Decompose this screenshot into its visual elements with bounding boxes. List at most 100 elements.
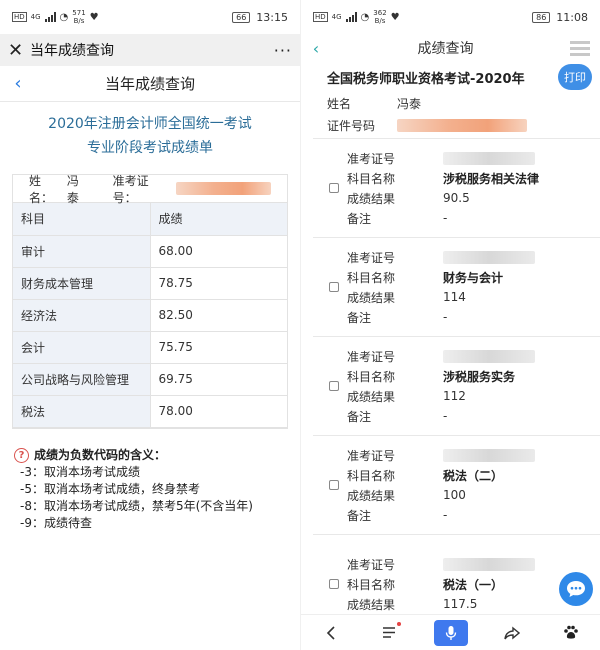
score-cell: 78.00 <box>150 395 287 428</box>
record-checkbox[interactable] <box>329 282 339 292</box>
column-header-subject: 科目 <box>13 203 151 236</box>
remark-label: 备注 <box>347 211 372 226</box>
table-row: 会计 75.75 <box>13 331 287 364</box>
score-card: 姓名： 冯泰 准考证号： 科目 成绩 审计 68.00 财务成本管理 78.75 经… <box>12 174 288 429</box>
battery-icon: 66 <box>232 11 251 23</box>
score-cell: 78.75 <box>150 267 287 300</box>
negative-code-notes: ? 成绩为负数代码的含义： -3：取消本场考试成绩 -5：取消本场考试成绩，终身… <box>14 447 300 532</box>
note-line: -8：取消本场考试成绩，禁考5年(不含当年) <box>20 498 253 513</box>
redacted-ticket-number <box>443 349 535 363</box>
clock: 13:15 <box>256 10 288 24</box>
table-row: 税法 78.00 <box>13 395 287 428</box>
signal-icon <box>44 12 56 22</box>
customer-service-button[interactable] <box>559 572 593 606</box>
bottom-nav <box>301 614 600 650</box>
table-row: 公司战略与风险管理 69.75 <box>13 363 287 396</box>
net-speed: 571 B/s <box>72 9 86 25</box>
remark-value: - <box>443 508 448 522</box>
note-line: -9：成绩待查 <box>20 515 92 530</box>
remark-value: - <box>443 310 448 324</box>
remark-value: - <box>443 211 448 225</box>
wifi-icon: ◔ <box>360 11 370 23</box>
redacted-ticket-number <box>443 448 535 462</box>
remark-label: 备注 <box>347 310 372 325</box>
result-label: 成绩结果 <box>347 389 396 404</box>
redacted-ticket-number <box>176 182 271 195</box>
chat-bubble-icon <box>567 581 585 597</box>
heart-icon: ♥ <box>390 11 400 23</box>
record-checkbox[interactable] <box>329 480 339 490</box>
page-title: 当年成绩查询 <box>104 75 195 93</box>
result-value: 90.5 <box>443 191 470 205</box>
subject-label: 科目名称 <box>347 369 396 384</box>
subject-value: 税法（二） <box>443 468 504 483</box>
subject-cell: 审计 <box>13 235 151 268</box>
column-header-score: 成绩 <box>150 203 287 236</box>
score-cell: 82.50 <box>150 299 287 332</box>
question-icon: ? <box>14 447 29 463</box>
ticket-label: 准考证号 <box>347 151 396 166</box>
record-checkbox[interactable] <box>329 381 339 391</box>
subject-label: 科目名称 <box>347 171 396 186</box>
score-records: 准考证号 科目名称 涉税服务相关法律 成绩结果 90.5 备注 - 准考证号 科目名称… <box>301 138 600 633</box>
table-row: 经济法 82.50 <box>13 299 287 332</box>
result-label: 成绩结果 <box>347 597 396 612</box>
table-header-row: 科目 成绩 <box>13 203 287 236</box>
hd-icon: HD <box>313 12 328 22</box>
score-table: 科目 成绩 审计 68.00 财务成本管理 78.75 经济法 82.50 会计 75.… <box>13 203 287 428</box>
table-row: 审计 68.00 <box>13 235 287 268</box>
subject-cell: 财务成本管理 <box>13 267 151 300</box>
table-row: 财务成本管理 78.75 <box>13 267 287 300</box>
score-cell: 75.75 <box>150 331 287 364</box>
score-cell: 69.75 <box>150 363 287 396</box>
list-menu-icon[interactable] <box>375 619 405 647</box>
list-item: 准考证号 科目名称 财务与会计 成绩结果 114 备注 - <box>313 237 600 336</box>
result-label: 成绩结果 <box>347 290 396 305</box>
print-button[interactable]: 打印 <box>558 64 592 90</box>
more-icon[interactable]: ··· <box>274 41 292 60</box>
menu-icon[interactable] <box>560 40 600 56</box>
paw-icon[interactable] <box>556 619 586 647</box>
candidate-info: 姓名 冯泰 证件号码 <box>327 92 600 136</box>
ticket-label: 准考证号 <box>347 250 396 265</box>
back-arrow-icon[interactable]: ‹ <box>301 39 331 58</box>
ticket-label: 准考证号 <box>347 448 396 463</box>
subject-cell: 会计 <box>13 331 151 364</box>
result-label: 成绩结果 <box>347 488 396 503</box>
record-checkbox[interactable] <box>329 579 339 589</box>
battery-icon: 86 <box>532 11 551 23</box>
notification-dot <box>396 621 401 626</box>
record-checkbox[interactable] <box>329 183 339 193</box>
clock: 11:08 <box>556 10 588 24</box>
exam-title: 2020年注册会计师全国统一考试 专业阶段考试成绩单 <box>0 112 300 160</box>
list-item: 准考证号 科目名称 涉税服务相关法律 成绩结果 90.5 备注 - <box>313 138 600 237</box>
microphone-button[interactable] <box>433 619 468 646</box>
microphone-icon <box>445 625 457 640</box>
name-label: 姓名 <box>327 96 352 111</box>
exam-name: 全国税务师职业资格考试-2020年 <box>327 71 525 87</box>
remark-value: - <box>443 409 448 423</box>
share-icon[interactable] <box>497 619 527 647</box>
signal-icon <box>345 12 357 22</box>
page-title: 成绩查询 <box>417 41 474 57</box>
page-header: ‹ 成绩查询 <box>301 34 600 62</box>
net-speed: 362 B/s <box>373 9 387 25</box>
back-icon[interactable] <box>316 619 346 647</box>
subject-value: 涉税服务相关法律 <box>443 171 540 186</box>
name-value: 冯泰 <box>397 96 422 111</box>
page-header: ‹ 当年成绩查询 <box>0 66 300 102</box>
remark-label: 备注 <box>347 409 372 424</box>
name-value: 冯泰 <box>66 173 79 205</box>
list-item: 准考证号 科目名称 涉税服务实务 成绩结果 112 备注 - <box>313 336 600 435</box>
exam-title-line1: 2020年注册会计师全国统一考试 <box>48 116 252 132</box>
close-icon[interactable]: ✕ <box>8 40 30 61</box>
hd-icon: HD <box>12 12 27 22</box>
remark-label: 备注 <box>347 508 372 523</box>
score-cell: 68.00 <box>150 235 287 268</box>
note-line: -5：取消本场考试成绩，终身禁考 <box>20 481 200 496</box>
subject-label: 科目名称 <box>347 468 396 483</box>
subject-label: 科目名称 <box>347 270 396 285</box>
back-arrow-icon[interactable]: ‹ <box>0 73 36 94</box>
result-value: 112 <box>443 389 466 403</box>
exam-header: 全国税务师职业资格考试-2020年 打印 <box>301 62 600 92</box>
